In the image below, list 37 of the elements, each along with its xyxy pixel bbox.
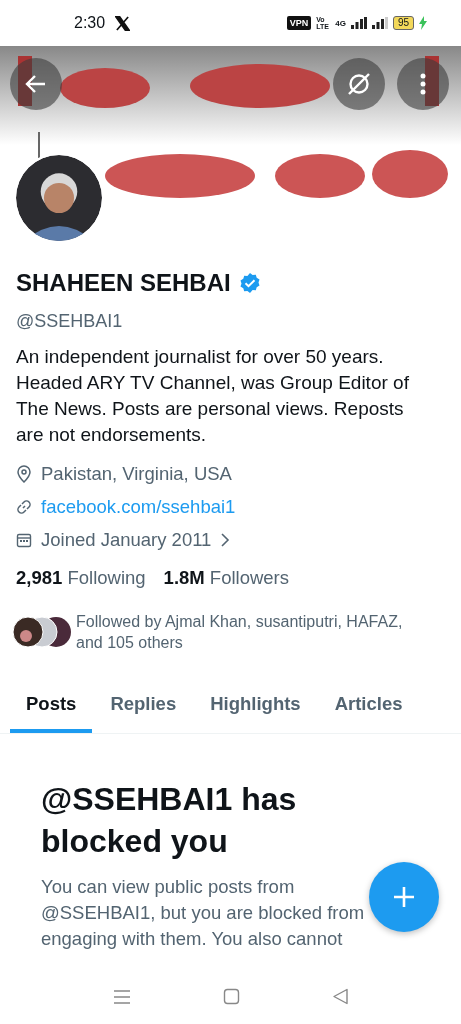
- link-icon: [16, 498, 32, 515]
- follow-stat-link[interactable]: 1.8M Followers: [163, 567, 290, 589]
- battery-indicator: 95: [392, 16, 414, 30]
- more-button[interactable]: [397, 58, 449, 110]
- charging-icon: [419, 16, 427, 30]
- clock: 2:30: [74, 14, 106, 32]
- profile-tab[interactable]: Replies: [94, 683, 193, 733]
- profile-tab[interactable]: Highlights: [194, 683, 317, 733]
- followed-by-text: Followed by Ajmal Khan, susantiputri, HAFAZ, and 105 others: [76, 612, 404, 653]
- plus-icon: [392, 885, 416, 909]
- calendar-icon: [16, 531, 32, 548]
- signal-icon: [350, 17, 367, 29]
- slashed-circle-icon: [346, 71, 372, 97]
- location-pin-icon: [16, 464, 32, 483]
- vpn-badge: VPN: [286, 16, 312, 30]
- profile-tab[interactable]: Posts: [10, 683, 93, 733]
- back-arrow-icon: [25, 73, 47, 95]
- profile-tab[interactable]: Articles: [318, 683, 419, 733]
- signal-icon: [371, 17, 388, 29]
- chevron-right-icon: [220, 532, 231, 547]
- profile-name: SHAHEEN SEHBAI: [16, 269, 231, 297]
- home-icon[interactable]: [222, 988, 240, 1005]
- more-icon: [420, 73, 426, 95]
- grok-button[interactable]: [333, 58, 385, 110]
- network-label: 4G: [335, 18, 346, 28]
- follower-avatars-icon: [12, 616, 72, 648]
- blocked-heading: @SSEHBAI1 has blocked you: [41, 780, 298, 861]
- location-text: Pakistan, Virginia, USA: [41, 462, 232, 485]
- profile-handle: @SSEHBAI1: [16, 311, 124, 332]
- blocked-message: You can view public posts from @SSEHBAI1, but you are blocked from engaging with them. You also cannot: [41, 875, 366, 951]
- joined-date: Joined January 2011: [41, 528, 212, 551]
- back-icon[interactable]: [331, 988, 349, 1005]
- bio-text: An independent journalist for over 50 years. Headed ARY TV Channel, was Group Editor of The News. Posts are personal views. Reposts are not endorsements.: [16, 345, 410, 447]
- compose-button[interactable]: [369, 862, 439, 932]
- back-button[interactable]: [10, 58, 62, 110]
- x-logo-icon: [115, 15, 131, 31]
- follow-stat-link[interactable]: 2,981 Following: [16, 567, 146, 589]
